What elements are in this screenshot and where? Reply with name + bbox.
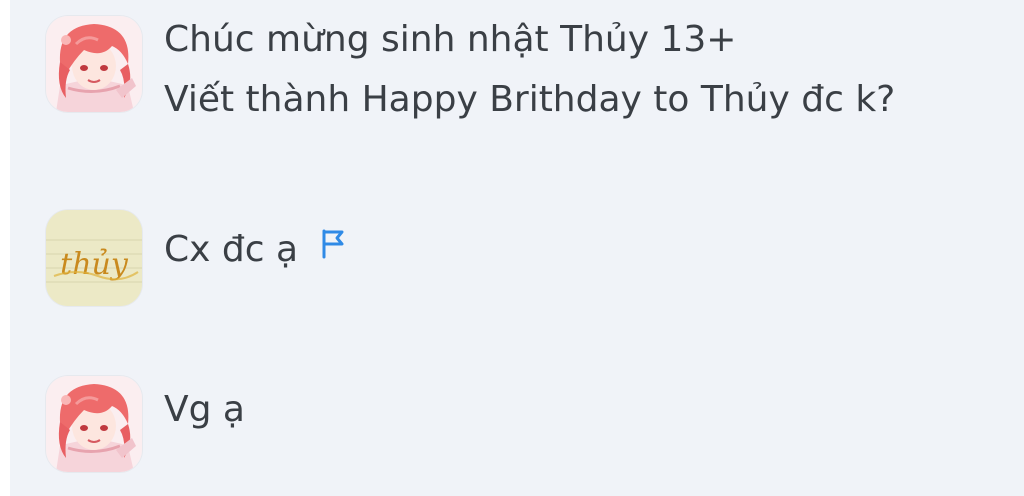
user-avatar[interactable] [46, 376, 142, 472]
anime-girl-avatar-icon [46, 16, 142, 112]
comment-body: Vg ạ [164, 380, 245, 440]
comment-item: thủy Cx đc ạ [46, 210, 346, 306]
left-edge [0, 0, 10, 496]
comment-item: Vg ạ [46, 376, 245, 472]
comment-text: Chúc mừng sinh nhật Thủy 13+ [164, 19, 737, 60]
comment-item: Chúc mừng sinh nhật Thủy 13+ Viết thành … [46, 16, 895, 130]
avatar-signature: thủy [60, 247, 129, 282]
comment-body: Chúc mừng sinh nhật Thủy 13+ Viết thành … [164, 10, 895, 130]
comment-text: Cx đc ạ [164, 229, 299, 270]
report-flag-icon[interactable] [320, 218, 346, 278]
comment-body: Cx đc ạ [164, 220, 346, 280]
comment-text: Viết thành Happy Brithday to Thủy đc k? [164, 79, 896, 120]
comment-thread: Chúc mừng sinh nhật Thủy 13+ Viết thành … [10, 0, 1024, 496]
comment-text: Vg ạ [164, 389, 245, 430]
anime-girl-avatar-icon [46, 376, 142, 472]
user-avatar[interactable]: thủy [46, 210, 142, 306]
handwritten-name-avatar-icon: thủy [46, 210, 142, 306]
user-avatar[interactable] [46, 16, 142, 112]
